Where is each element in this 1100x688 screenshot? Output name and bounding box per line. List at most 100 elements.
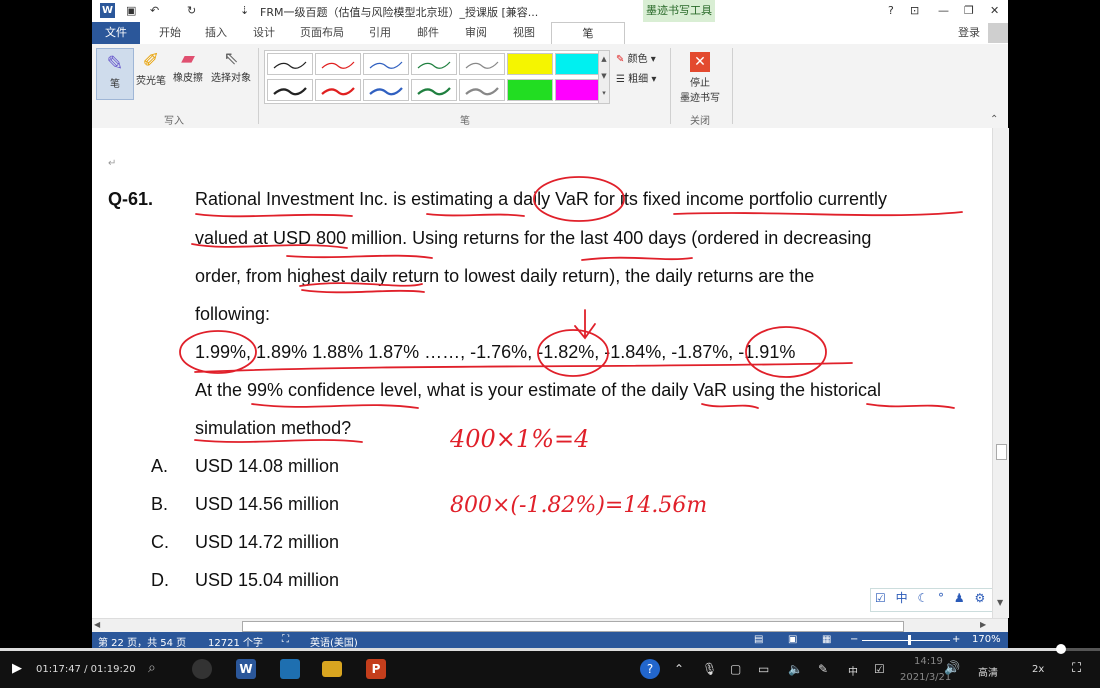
tab-references[interactable]: 引用 [360,22,400,44]
tab-mailings[interactable]: 邮件 [408,22,448,44]
zoom-out-icon[interactable]: − [850,634,858,645]
play-icon[interactable]: ▶ [12,661,22,676]
quality-button[interactable]: 高清 [978,664,998,679]
tab-page-layout[interactable]: 页面布局 [292,22,352,44]
settings-gear-icon[interactable]: ⚙ [974,591,985,605]
highlighter-magenta[interactable] [555,79,601,101]
folder-icon[interactable] [322,661,342,677]
avatar[interactable] [988,23,1008,43]
page-count[interactable]: 第 22 页，共 54 页 [98,634,186,649]
tab-review[interactable]: 审阅 [456,22,496,44]
pen-style-gray-thick[interactable] [459,79,505,101]
weight-button[interactable]: ☰ 粗细 ▾ [616,70,656,85]
help-tray-icon[interactable]: ? [640,659,660,679]
print-layout-icon[interactable]: ▣ [788,634,797,645]
ime-toolbar[interactable]: ☑ 中 ☾ ° ♟ ⚙ [870,588,992,612]
fullscreen-icon[interactable]: ⛶ [1072,661,1081,676]
option-d-letter: D. [151,570,169,590]
option-c-text: USD 14.72 million [195,532,340,552]
language-indicator[interactable]: 英语(美国) [310,634,358,649]
tab-view[interactable]: 视图 [504,22,544,44]
redo-icon[interactable]: ↻ [187,4,196,17]
weight-label: 粗细 [628,74,649,85]
ime-mode[interactable]: 中 [896,591,908,605]
eraser-button[interactable]: ▰ 橡皮擦 [170,48,206,84]
pen-style-gray-thin[interactable] [459,53,505,75]
word-count[interactable]: 12721 个字 [208,634,263,649]
ime-tray-indicator[interactable]: 中 [848,663,858,678]
pen-style-green-thick[interactable] [411,79,457,101]
proofing-icon[interactable]: ⛶ [282,634,289,645]
scroll-down-icon[interactable]: ▼ [997,598,1003,607]
zoom-slider[interactable] [862,640,950,641]
tray-expand-icon[interactable]: ⌃ [674,662,684,676]
tab-insert[interactable]: 插入 [196,22,236,44]
web-layout-icon[interactable]: ▦ [822,634,831,645]
word-taskbar-icon[interactable]: W [236,659,256,679]
zoom-in-icon[interactable]: + [952,634,960,645]
user-icon[interactable]: ♟ [954,591,965,605]
tab-home[interactable]: 开始 [150,22,190,44]
help-button[interactable]: ? [888,4,894,17]
tab-pen[interactable]: 笔 [551,22,625,45]
pen-tray-icon[interactable]: ✎ [818,662,828,676]
question-line-7: simulation method? [195,418,352,438]
speed-button[interactable]: 2x [1032,664,1044,675]
eraser-icon: ▰ [181,48,195,69]
scroll-right-icon[interactable]: ▶ [980,620,986,629]
quick-access-menu-icon[interactable]: ⇣ [240,4,249,17]
collapse-ribbon-icon[interactable]: ⌃ [990,114,998,125]
video-progress-handle[interactable] [1056,644,1066,654]
pen-style-black-thin[interactable] [267,53,313,75]
highlighter-yellow[interactable] [507,53,553,75]
powerpoint-taskbar-icon[interactable]: P [366,659,386,679]
ime-menu-icon[interactable]: ☑ [875,591,886,605]
read-mode-icon[interactable]: ▤ [754,634,763,645]
undo-icon[interactable]: ↶ [150,4,159,17]
moon-icon[interactable]: ☾ [917,591,928,605]
tray-icon[interactable]: ▢ [730,662,741,676]
word-icon[interactable]: W [100,3,115,18]
action-center-icon[interactable]: ☑ [874,662,885,676]
highlighter-cyan[interactable] [555,53,601,75]
select-objects-button[interactable]: ⇖ 选择对象 [208,48,254,84]
browser-icon[interactable] [192,659,212,679]
weight-icon: ☰ [616,74,625,85]
zoom-slider-thumb[interactable] [908,635,911,645]
search-icon[interactable]: ⌕ [148,660,156,676]
document-page[interactable]: ↵ Q-61. Rational Investment Inc. is esti… [92,128,992,618]
gallery-scroll[interactable]: ▲ ▼ ▾ [598,50,610,104]
horizontal-scrollbar[interactable]: ◀ ▶ [92,618,1008,633]
pen-style-green-thin[interactable] [411,53,457,75]
scroll-thumb[interactable] [996,444,1007,460]
group-divider [670,48,671,124]
app-taskbar-icon[interactable] [280,659,300,679]
stop-inking-button[interactable]: ✕ 停止 墨迹书写 [674,50,726,104]
restore-button[interactable]: ❐ [964,4,974,17]
pen-style-black-thick[interactable] [267,79,313,101]
zoom-level[interactable]: 170% [972,634,1001,645]
pen-style-blue-thin[interactable] [363,53,409,75]
hscroll-thumb[interactable] [242,621,904,632]
close-button[interactable]: ✕ [990,4,999,17]
highlighter-button[interactable]: ✐ 荧光笔 [134,48,168,87]
volume-icon[interactable]: 🔊 [944,661,960,676]
microphone-icon[interactable]: 🎙 [702,662,717,676]
display-icon[interactable]: ▭ [758,662,769,676]
highlighter-green[interactable] [507,79,553,101]
minimize-button[interactable]: — [938,4,949,17]
scroll-left-icon[interactable]: ◀ [94,620,100,629]
pen-button[interactable]: ✎ 笔 [96,48,134,100]
login-link[interactable]: 登录 [954,22,984,44]
tab-design[interactable]: 设计 [244,22,284,44]
pen-style-red-thick[interactable] [315,79,361,101]
save-icon[interactable]: ▣ [126,4,136,17]
vertical-scrollbar[interactable]: ▼ [992,128,1009,618]
tab-file[interactable]: 文件 [92,22,140,44]
color-button[interactable]: ✎ 颜色 ▾ [616,50,656,65]
ribbon-display-icon[interactable]: ⊡ [910,4,919,17]
pen-style-blue-thick[interactable] [363,79,409,101]
punctuation-icon[interactable]: ° [938,591,944,605]
pen-style-red-thin[interactable] [315,53,361,75]
volume-tray-icon[interactable]: 🔈 [788,662,803,676]
